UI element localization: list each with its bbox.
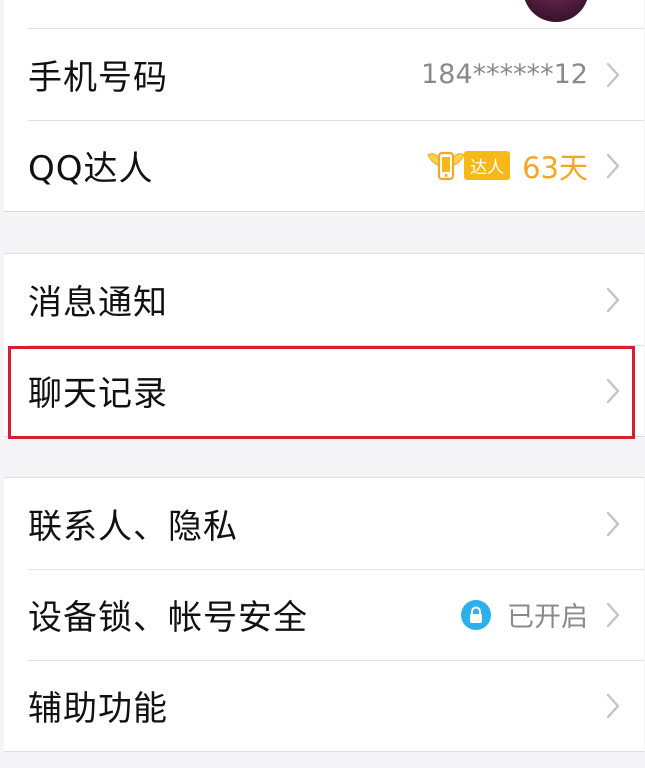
daren-days-value: 63天 [522, 150, 588, 185]
phone-number-value: 184******12 [421, 59, 588, 90]
chevron-right-icon [606, 153, 620, 179]
chevron-right-icon [606, 602, 620, 628]
accessibility-row[interactable]: 辅助功能 [4, 660, 644, 751]
chat-history-row[interactable]: 聊天记录 [4, 345, 644, 436]
chevron-right-icon [606, 511, 620, 537]
qq-daren-label: QQ达人 [28, 149, 154, 189]
qq-daren-row[interactable]: QQ达人 达人 63天 [4, 120, 644, 211]
chevron-right-icon [606, 378, 620, 404]
message-settings-group: 消息通知 聊天记录 [4, 253, 644, 437]
divider [28, 120, 644, 121]
chevron-right-icon [606, 287, 620, 313]
contacts-privacy-row[interactable]: 联系人、隐私 [4, 478, 644, 569]
account-info-group: 手机号码 184******12 QQ达人 达人 63天 [4, 0, 644, 212]
settings-page: 手机号码 184******12 QQ达人 达人 63天 消息通知 聊天记录 联… [0, 0, 645, 768]
avatar[interactable] [523, 0, 589, 22]
daren-badge: 达人 [424, 146, 511, 186]
chat-history-label: 聊天记录 [28, 374, 168, 414]
chevron-right-icon [606, 693, 620, 719]
daren-tag: 达人 [464, 151, 511, 180]
phone-number-row[interactable]: 手机号码 184******12 [4, 29, 644, 120]
notifications-label: 消息通知 [28, 283, 168, 323]
device-lock-status: 已开启 [507, 602, 588, 633]
lock-icon [461, 599, 491, 630]
accessibility-label: 辅助功能 [28, 689, 168, 729]
notifications-row[interactable]: 消息通知 [4, 254, 644, 345]
phone-number-label: 手机号码 [28, 58, 168, 98]
device-lock-row[interactable]: 设备锁、帐号安全 已开启 [4, 569, 644, 660]
device-lock-label: 设备锁、帐号安全 [28, 598, 308, 638]
winged-phone-icon [427, 151, 465, 180]
chevron-right-icon [606, 62, 620, 88]
contacts-privacy-label: 联系人、隐私 [28, 507, 238, 547]
privacy-security-group: 联系人、隐私 设备锁、帐号安全 已开启 辅助功能 [4, 477, 644, 752]
